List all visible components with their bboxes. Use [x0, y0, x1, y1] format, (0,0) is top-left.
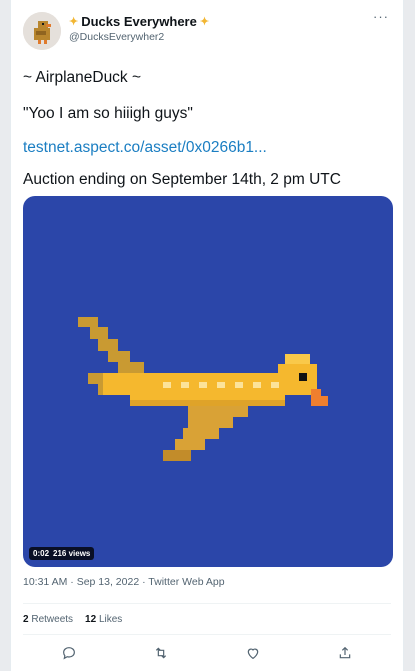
display-name-row[interactable]: ✦ Ducks Everywhere ✦: [69, 14, 209, 29]
video-player[interactable]: 0:02 216 views: [23, 196, 393, 567]
video-badge: 0:02 216 views: [29, 547, 95, 560]
likes-count: 12: [85, 614, 97, 625]
tweet-stats: 2 Retweets 12 Likes: [23, 614, 122, 625]
likes-label: Likes: [98, 614, 123, 625]
tweet-card: ✦ Ducks Everywhere ✦ @DucksEverywher2 ··…: [10, 0, 404, 671]
tweet-actions: [23, 643, 391, 663]
tweet-timestamp[interactable]: 10:31 AM · Sep 13, 2022 · Twitter Web Ap…: [23, 576, 225, 588]
duck-avatar-icon[interactable]: [23, 12, 61, 50]
divider: [23, 634, 391, 635]
divider: [23, 603, 391, 604]
video-views: 216 views: [53, 549, 91, 558]
tweet-text-line-3: Auction ending on September 14th, 2 pm U…: [23, 171, 341, 188]
heart-icon[interactable]: [243, 643, 263, 663]
airplane-duck-image: [78, 317, 328, 461]
video-duration: 0:02: [33, 549, 50, 558]
retweets-label: Retweets: [31, 614, 74, 625]
reply-icon[interactable]: [59, 643, 79, 663]
likes-stat[interactable]: 12 Likes: [85, 614, 122, 625]
tweet-text-line-1: ~ AirplaneDuck ~: [23, 69, 142, 86]
tweet-link[interactable]: testnet.aspect.co/asset/0x0266b1...: [23, 138, 391, 158]
more-options-icon[interactable]: ···: [371, 10, 391, 28]
sparkle-icon: ✦: [69, 16, 79, 28]
retweets-count: 2: [23, 614, 29, 625]
tweet-header: ✦ Ducks Everywhere ✦ @DucksEverywher2 ··…: [23, 10, 391, 56]
user-handle[interactable]: @DucksEverywher2: [69, 31, 164, 43]
sparkle-icon: ✦: [199, 16, 210, 28]
tweet-text-line-2: "Yoo I am so hiiigh guys": [23, 105, 193, 122]
retweet-icon[interactable]: [151, 643, 171, 663]
display-name[interactable]: Ducks Everywhere: [81, 14, 197, 29]
share-icon[interactable]: [335, 643, 355, 663]
retweets-stat[interactable]: 2 Retweets: [23, 614, 73, 625]
